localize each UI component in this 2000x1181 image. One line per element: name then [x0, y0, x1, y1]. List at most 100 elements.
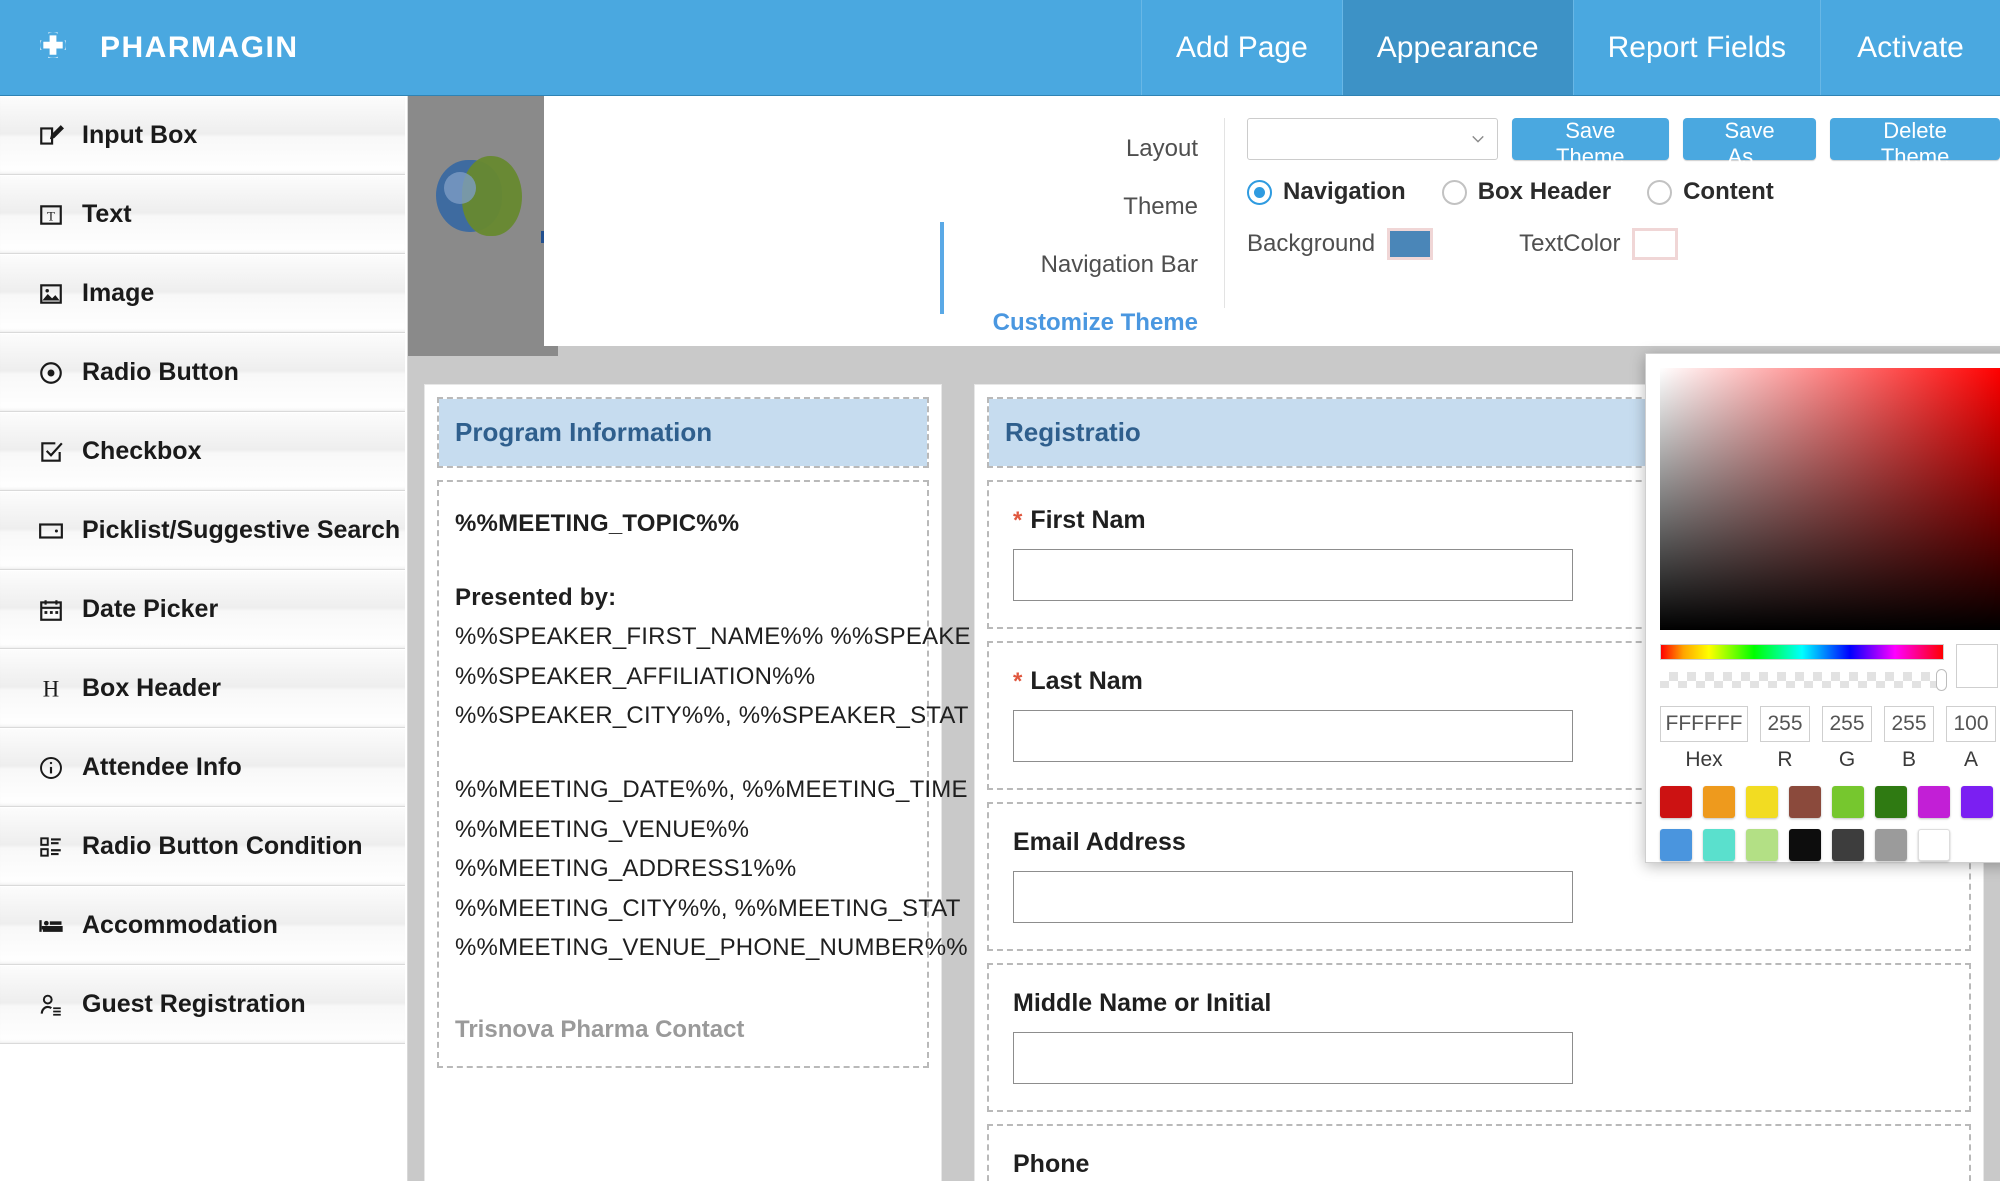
last-name-input[interactable]	[1013, 710, 1573, 762]
background-color-label: Background	[1247, 230, 1376, 257]
preset-swatch-row	[1660, 786, 1998, 818]
nav-item-report-fields[interactable]: Report Fields	[1572, 0, 1820, 95]
sidebar-item-input-box[interactable]: Input Box	[0, 96, 405, 175]
hue-alpha-row	[1660, 644, 1998, 691]
sidebar-item-picklist-suggestive-search[interactable]: Picklist/Suggestive Search	[0, 491, 405, 570]
radio-button-icon[interactable]	[1247, 179, 1272, 205]
sidebar-item-checkbox[interactable]: Checkbox	[0, 412, 405, 491]
radio-option-content[interactable]: Content	[1647, 178, 1774, 206]
info-circle-icon	[36, 753, 66, 783]
radio-label: Navigation	[1283, 178, 1406, 205]
saturation-value-area[interactable]	[1660, 368, 2000, 630]
program-body-box[interactable]: %%MEETING_TOPIC%% Presented by: %%SPEAKE…	[437, 480, 971, 1068]
preset-swatch[interactable]	[1789, 786, 1821, 818]
hex-input[interactable]	[1660, 706, 1748, 742]
sidebar-item-image[interactable]: Image	[0, 254, 405, 333]
sidebar-item-radio-button-condition[interactable]: Radio Button Condition	[0, 807, 405, 886]
pharmagin-crescent-cross-logo-icon	[22, 17, 84, 79]
preset-swatch[interactable]	[1918, 829, 1950, 861]
sidebar-item-label: Box Header	[82, 674, 221, 702]
radio-button-icon[interactable]	[1441, 179, 1467, 205]
save-as-button[interactable]: Save As...	[1682, 118, 1817, 169]
save-theme-button[interactable]: Save Theme	[1511, 118, 1669, 169]
sidebar-item-accommodation[interactable]: Accommodation	[0, 886, 405, 965]
preset-swatch[interactable]	[1746, 786, 1778, 818]
green-input[interactable]	[1822, 706, 1872, 742]
field-label-text: First Nam	[1030, 506, 1146, 534]
nav-item-activate[interactable]: Activate	[1820, 0, 2000, 95]
hex-input-cell: Hex	[1660, 706, 1748, 772]
program-line: %%MEETING_TOPIC%%	[455, 510, 740, 537]
radio-option-navigation[interactable]: Navigation	[1247, 178, 1406, 206]
preset-swatch[interactable]	[1832, 829, 1864, 861]
sidebar-item-text[interactable]: T Text	[0, 175, 405, 254]
layout-select[interactable]	[1247, 118, 1498, 160]
green-input-label: G	[1838, 748, 1856, 771]
sidebar-item-label: Accommodation	[82, 911, 278, 939]
bed-icon	[36, 911, 66, 941]
nav-item-add-page[interactable]: Add Page	[1141, 0, 1342, 95]
canvas-background-art	[408, 96, 563, 356]
alpha-slider-handle[interactable]	[1936, 669, 1947, 691]
hue-slider[interactable]	[1660, 644, 1944, 660]
top-nav-items: Add Page Appearance Report Fields Activa…	[1141, 0, 2000, 95]
radio-button-icon[interactable]	[1647, 179, 1673, 205]
middle-name-input[interactable]	[1013, 1032, 1573, 1084]
brand: PHARMAGIN	[0, 0, 420, 95]
decorative-blob-graphic	[436, 156, 522, 242]
program-line: Presented by:	[455, 583, 617, 611]
text-color-swatch[interactable]	[1632, 228, 1679, 260]
preset-swatch[interactable]	[1961, 786, 1993, 818]
field-label-text: Email Address	[1013, 828, 1186, 856]
sidebar-item-radio-button[interactable]: Radio Button	[0, 333, 405, 412]
alpha-slider[interactable]	[1660, 669, 1947, 691]
field-box-phone[interactable]: Phone	[987, 1124, 1971, 1181]
theme-settings-panel: Layout Theme Navigation Bar Customize Th…	[544, 96, 2000, 346]
label-navigation-bar: Navigation Bar	[1040, 251, 1198, 278]
field-box-middle-name[interactable]: Middle Name or Initial	[987, 963, 1971, 1112]
red-input[interactable]	[1760, 706, 1810, 742]
program-lines: %%MEETING_TOPIC%% Presented by: %%SPEAKE…	[439, 482, 971, 1066]
a-input-cell: A	[1946, 706, 1996, 772]
first-name-input[interactable]	[1013, 549, 1573, 601]
sidebar-item-date-picker[interactable]: Date Picker	[0, 570, 405, 649]
customize-theme-link[interactable]: Customize Theme	[544, 294, 1198, 352]
preset-swatch[interactable]	[1703, 786, 1735, 818]
blue-input[interactable]	[1884, 706, 1934, 742]
phone-label: Phone	[1013, 1150, 1945, 1179]
preset-swatch[interactable]	[1875, 786, 1907, 818]
sidebar-item-label: Image	[82, 279, 155, 307]
delete-theme-button[interactable]: Delete Theme	[1830, 118, 2000, 169]
preset-swatch[interactable]	[1918, 786, 1950, 818]
sidebar-item-label: Radio Button Condition	[82, 832, 363, 860]
program-line: %%MEETING_VENUE_PHONE_NUMBER%%	[455, 934, 968, 962]
preset-swatch[interactable]	[1875, 829, 1907, 861]
alpha-input[interactable]	[1946, 706, 1996, 742]
radio-list-icon	[36, 832, 66, 862]
preset-swatch[interactable]	[1832, 786, 1864, 818]
background-color-swatch[interactable]	[1387, 228, 1434, 260]
sidebar-item-label: Text	[82, 200, 132, 228]
program-line: %%MEETING_VENUE%%	[455, 815, 750, 843]
sidebar-item-label: Input Box	[82, 121, 198, 149]
email-address-input[interactable]	[1013, 871, 1573, 923]
nav-item-appearance[interactable]: Appearance	[1341, 0, 1573, 95]
top-navigation-bar: PHARMAGIN Add Page Appearance Report Fie…	[0, 0, 2000, 96]
preset-swatches	[1660, 786, 1998, 861]
label-theme: Theme	[1123, 193, 1198, 220]
sidebar-item-guest-registration[interactable]: Guest Registration	[0, 965, 405, 1044]
preset-swatch[interactable]	[1746, 829, 1778, 861]
program-header-box[interactable]: Program Information	[437, 397, 929, 468]
preset-swatch[interactable]	[1660, 829, 1692, 861]
sidebar-item-box-header[interactable]: H Box Header	[0, 649, 405, 728]
preset-swatch[interactable]	[1660, 786, 1692, 818]
layout-row: Save Theme Save As... Delete Theme	[1247, 118, 2000, 169]
heading-h-icon: H	[36, 674, 66, 704]
design-canvas: Layout Theme Navigation Bar Customize Th…	[408, 96, 2000, 1181]
sidebar-item-attendee-info[interactable]: Attendee Info	[0, 728, 405, 807]
color-picker-popup[interactable]: Hex R G B A	[1645, 353, 2000, 863]
preset-swatch[interactable]	[1703, 829, 1735, 861]
app-root: PHARMAGIN Add Page Appearance Report Fie…	[0, 0, 2000, 1181]
preset-swatch[interactable]	[1789, 829, 1821, 861]
radio-option-box-header[interactable]: Box Header	[1441, 178, 1611, 206]
